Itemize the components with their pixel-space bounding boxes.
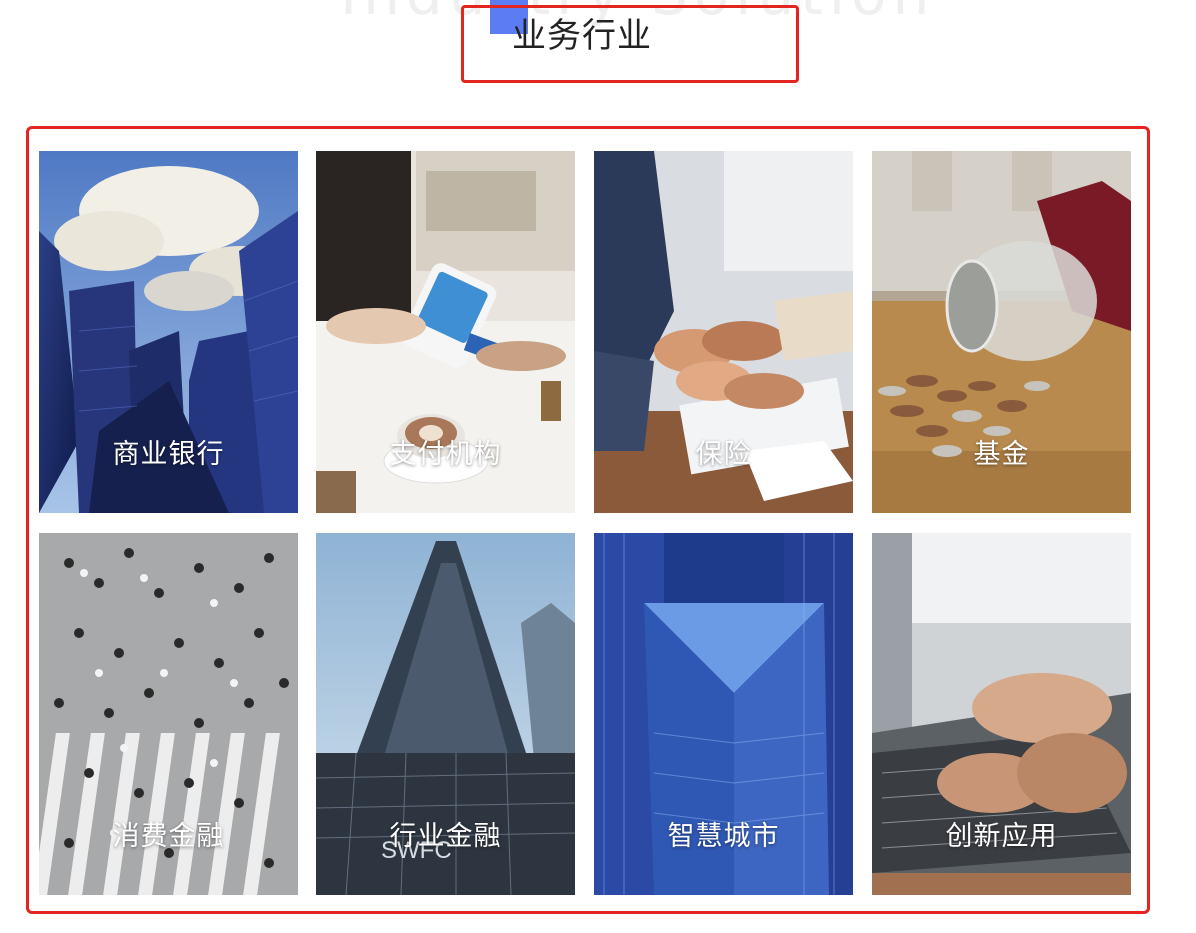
industry-card-insurance[interactable]: 保险 <box>594 151 853 513</box>
industry-card-fund[interactable]: 基金 <box>872 151 1131 513</box>
industry-label: 商业银行 <box>112 439 225 470</box>
industry-card-payment-institution[interactable]: 支付机构 <box>316 151 575 513</box>
industry-card-consumer-finance[interactable]: 消费金融 <box>39 533 298 895</box>
industry-card-smart-city[interactable]: 智慧城市 <box>594 533 853 895</box>
industry-label: 智慧城市 <box>667 821 780 852</box>
section-title: 业务行业 <box>512 16 652 56</box>
industry-label: 创新应用 <box>945 821 1058 852</box>
industry-label: 基金 <box>973 439 1030 470</box>
industry-label: 行业金融 <box>389 821 502 852</box>
industry-label: 支付机构 <box>389 439 502 470</box>
industry-label: 消费金融 <box>112 821 225 852</box>
industry-card-innovative-app[interactable]: 创新应用 <box>872 533 1131 895</box>
industry-label: 保险 <box>695 439 752 470</box>
industry-card-industry-finance[interactable]: SWFC 行业金融 <box>316 533 575 895</box>
industry-card-commercial-bank[interactable]: 商业银行 <box>39 151 298 513</box>
